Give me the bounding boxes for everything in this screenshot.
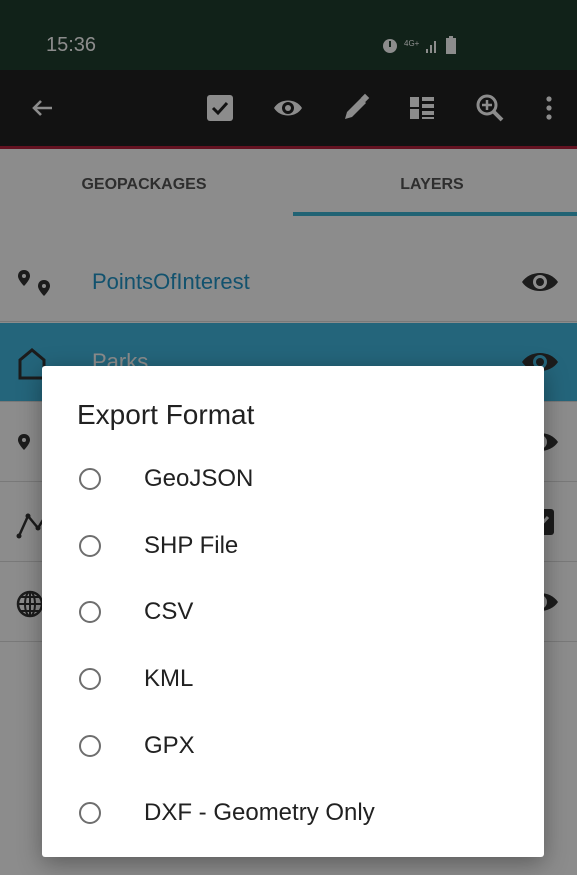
option-label: CSV bbox=[144, 598, 194, 625]
radio-button[interactable] bbox=[79, 735, 101, 757]
export-format-dialog: Export Format GeoJSON SHP File CSV KML G… bbox=[42, 366, 544, 857]
radio-button[interactable] bbox=[79, 668, 101, 690]
radio-button[interactable] bbox=[79, 468, 101, 490]
option-label: GPX bbox=[144, 732, 195, 759]
screen: 15:36 4G+ GEOPACKAGES LAYERS PointsOfInt… bbox=[0, 0, 577, 875]
option-gpx[interactable]: GPX bbox=[42, 718, 544, 778]
option-label: SHP File bbox=[144, 532, 239, 559]
option-csv[interactable]: CSV bbox=[42, 584, 544, 644]
radio-button[interactable] bbox=[79, 601, 101, 623]
option-kml[interactable]: KML bbox=[42, 651, 544, 711]
radio-button[interactable] bbox=[79, 802, 101, 824]
radio-button[interactable] bbox=[79, 535, 101, 557]
option-label: KML bbox=[144, 665, 194, 692]
option-geojson[interactable]: GeoJSON bbox=[42, 451, 544, 511]
dialog-title: Export Format bbox=[77, 399, 255, 430]
option-label: GeoJSON bbox=[144, 465, 254, 492]
option-shp-file[interactable]: SHP File bbox=[42, 518, 544, 578]
option-dxf-geometry-only[interactable]: DXF - Geometry Only bbox=[42, 785, 544, 845]
option-label: DXF - Geometry Only bbox=[144, 799, 375, 826]
